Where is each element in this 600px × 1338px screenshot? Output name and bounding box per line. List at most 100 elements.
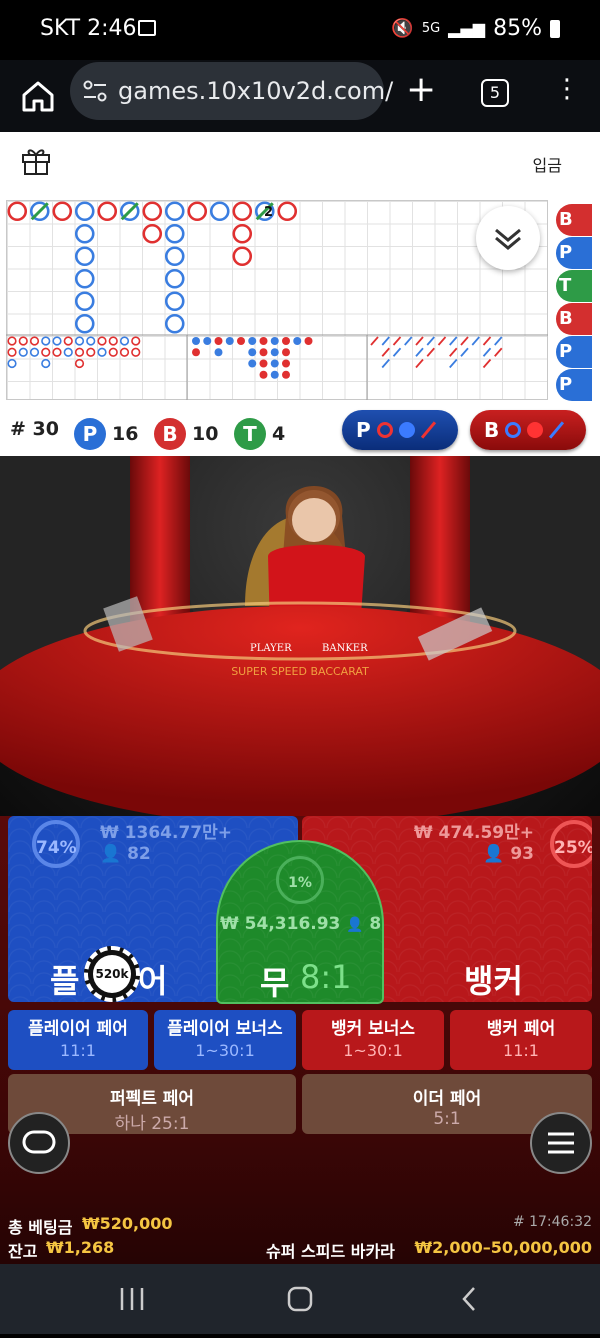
player-pair-bet[interactable]: 플레이어 페어 11:1: [8, 1010, 148, 1070]
small-road-mark: [293, 337, 302, 345]
chip-value: 520k: [93, 955, 131, 993]
big-eye-mark: [97, 336, 107, 346]
address-bar[interactable]: games.10x10v2d.com/: [70, 62, 393, 120]
small-road-mark: [282, 337, 290, 345]
person-icon: 👤: [483, 844, 505, 864]
cockroach-mark: [392, 336, 402, 346]
battery-label: 85%: [493, 16, 542, 41]
player-badge: P: [74, 418, 106, 450]
player-mark: [164, 313, 185, 334]
cockroach-mark: [449, 358, 458, 369]
player-bonus-bet[interactable]: 플레이어 보너스 1~30:1: [154, 1010, 296, 1070]
cockroach-road: [370, 336, 503, 369]
small-road-mark: [282, 359, 290, 368]
deposit-button[interactable]: 입금: [533, 152, 562, 176]
gift-icon[interactable]: [20, 144, 52, 176]
cockroach-mark: [482, 347, 492, 357]
big-eye-mark: [7, 358, 17, 369]
banker-bettors: 👤 93: [483, 844, 534, 864]
small-road-mark: [192, 337, 200, 345]
banker-mark: [142, 223, 163, 244]
big-eye-mark: [74, 347, 85, 357]
expand-roadmap-button[interactable]: [476, 206, 540, 270]
player-bonus-label: 플레이어 보너스: [167, 1019, 283, 1039]
player-pair-odds: 11:1: [60, 1041, 96, 1060]
banker-percent: 25%: [550, 820, 592, 868]
big-road: 2: [6, 201, 548, 400]
cockroach-mark: [415, 336, 424, 346]
new-tab-icon[interactable]: +: [406, 72, 436, 108]
url-text: games.10x10v2d.com/: [118, 77, 394, 105]
big-eye-mark: [41, 347, 51, 357]
banker-count: 10: [192, 423, 219, 445]
player-mark: [74, 268, 95, 289]
filled-red-circle-icon: [527, 422, 544, 438]
player-prediction-letter: P: [356, 418, 371, 442]
recent-apps-icon[interactable]: [120, 1288, 144, 1310]
big-eye-mark: [29, 336, 40, 346]
tie-percent: 1%: [276, 856, 324, 904]
total-bet-value: ₩520,000: [82, 1214, 173, 1233]
perfect-pair-label: 퍼펙트 페어: [109, 1089, 195, 1109]
small-road-mark: [270, 370, 279, 379]
tie-odds: 8:1: [300, 958, 352, 996]
status-time: SKT 2:46: [40, 16, 137, 41]
total-bet-label: 총 베팅금: [8, 1218, 73, 1237]
player-pair-label: 플레이어 페어: [28, 1019, 128, 1039]
more-menu-icon[interactable]: ⋮: [554, 76, 580, 102]
lobby-button[interactable]: [8, 1112, 70, 1174]
bet-footer: 총 베팅금 ₩520,000 잔고 ₩1,268 # 17:46:32 슈퍼 스…: [0, 1200, 600, 1264]
big-eye-mark: [63, 347, 73, 357]
banker-pair-odds: 11:1: [503, 1041, 539, 1060]
banker-mark: [7, 201, 28, 222]
banker-bet-amount: ₩ 474.59만+: [413, 823, 534, 843]
small-road-mark: [282, 370, 290, 379]
banker-prediction-button[interactable]: B: [470, 410, 586, 450]
player-prediction-button[interactable]: P: [342, 410, 458, 450]
game-name: 슈퍼 스피드 바카라: [266, 1242, 395, 1261]
home-icon[interactable]: [18, 76, 58, 116]
small-road-mark: [214, 337, 223, 345]
prediction-badge: T: [556, 270, 592, 302]
person-icon: 👤: [346, 917, 364, 933]
bead-road-middle: [192, 337, 313, 379]
big-eye-mark: [131, 336, 141, 346]
banker-bonus-odds: 1~30:1: [343, 1041, 403, 1060]
live-dealer-video: PLAYER BANKER SUPER SPEED BACCARAT: [0, 456, 600, 816]
banker-badge: B: [154, 418, 186, 450]
cockroach-mark: [494, 336, 503, 346]
small-road-mark: [203, 337, 212, 345]
menu-button[interactable]: [530, 1112, 592, 1174]
tie-bettors: 👤 8: [346, 914, 382, 934]
home-nav-icon[interactable]: [287, 1286, 313, 1312]
big-eye-mark: [108, 336, 118, 346]
chat-bubble-icon: [22, 1130, 56, 1154]
hollow-blue-circle-icon: [505, 422, 522, 438]
prediction-badge: P: [556, 336, 592, 368]
chevron-down-icon: [495, 228, 521, 250]
prediction-badge: B: [556, 204, 592, 236]
player-mark: [164, 201, 185, 222]
small-road-mark: [282, 348, 290, 357]
small-road-mark: [259, 370, 268, 379]
round-id: # 17:46:32: [512, 1214, 592, 1230]
tie-bet-zone[interactable]: 1% ₩ 54,316.93 👤 8 무 8:1: [216, 840, 384, 1004]
player-mark: [164, 246, 185, 267]
back-icon[interactable]: [462, 1287, 475, 1311]
site-settings-icon[interactable]: [82, 78, 108, 104]
player-mark: [164, 223, 185, 244]
banker-pair-bet[interactable]: 뱅커 페어 11:1: [450, 1010, 592, 1070]
dealer-scene: PLAYER BANKER SUPER SPEED BACCARAT: [0, 456, 600, 816]
cockroach-mark: [449, 347, 458, 357]
tie-count: 4: [272, 423, 286, 445]
system-nav-bar: [0, 1264, 600, 1334]
big-eye-mark: [63, 336, 73, 346]
banker-stat: B 10: [154, 418, 218, 450]
total-rounds: # 30: [10, 418, 59, 440]
bet-chip[interactable]: 520k: [84, 946, 140, 1002]
banker-prediction-letter: B: [484, 418, 500, 442]
player-bonus-odds: 1~30:1: [195, 1041, 255, 1060]
app-header: 입금: [0, 132, 600, 196]
banker-bonus-bet[interactable]: 뱅커 보너스 1~30:1: [302, 1010, 444, 1070]
tab-switcher-button[interactable]: 5: [481, 79, 509, 107]
